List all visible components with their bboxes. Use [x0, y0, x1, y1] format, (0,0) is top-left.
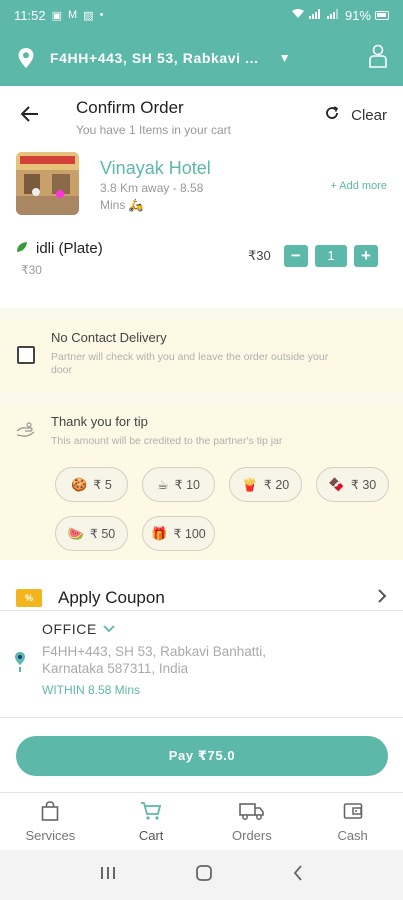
- recent-apps-icon[interactable]: [100, 866, 116, 885]
- tip-option-50[interactable]: 🍉 ₹ 50: [55, 516, 128, 551]
- delivery-address-section[interactable]: OFFICE F4HH+443, SH 53, Rabkavi Banhatti…: [0, 610, 403, 718]
- pay-button[interactable]: Pay ₹75.0: [16, 736, 388, 776]
- chevron-right-icon: [377, 588, 387, 609]
- nav-label-services: Services: [25, 828, 76, 843]
- tip-option-20[interactable]: 🍟 ₹ 20: [229, 467, 302, 502]
- delivery-truck-icon: [239, 800, 265, 822]
- nav-item-cart[interactable]: Cart: [101, 793, 202, 850]
- restaurant-time-label: Mins: [100, 198, 126, 212]
- signal-icon: [308, 8, 323, 22]
- tip-amount: ₹ 30: [350, 478, 377, 492]
- tip-section: Thank you for tip This amount will be cr…: [0, 404, 403, 560]
- nav-item-cash[interactable]: Cash: [302, 793, 403, 850]
- cart-count-text: You have 1 Items in your cart: [76, 123, 231, 137]
- restaurant-card: Vinayak Hotel 3.8 Km away - 8.58 Mins 🛵 …: [0, 152, 403, 220]
- no-contact-checkbox[interactable]: [17, 346, 35, 364]
- status-time: 11:52: [14, 7, 46, 23]
- clear-label: Clear: [351, 106, 387, 124]
- item-price: ₹30: [248, 248, 271, 263]
- gift-icon: 🎁: [151, 525, 168, 541]
- tip-subtitle: This amount will be credited to the part…: [51, 435, 283, 447]
- shopping-bag-icon: [41, 800, 59, 822]
- photo-notification-icon: ▣: [51, 9, 62, 22]
- back-arrow-icon[interactable]: [16, 100, 44, 128]
- battery-percent: 91%: [344, 7, 371, 23]
- page-header: Confirm Order You have 1 Items in your c…: [0, 86, 403, 146]
- nav-item-services[interactable]: Services: [0, 793, 101, 850]
- cookie-icon: 🍪: [71, 476, 88, 492]
- restaurant-image: [16, 152, 79, 215]
- no-contact-title: No Contact Delivery: [51, 330, 167, 345]
- nav-label-cash: Cash: [337, 828, 368, 843]
- decrease-quantity-button[interactable]: −: [284, 245, 308, 267]
- item-name: idli (Plate): [36, 240, 103, 257]
- dot-icon: •: [99, 9, 104, 21]
- tip-option-100[interactable]: 🎁 ₹ 100: [142, 516, 215, 551]
- add-more-button[interactable]: + Add more: [330, 180, 387, 220]
- location-text[interactable]: F4HH+443, SH 53, Rabkavi ...: [50, 50, 259, 66]
- increase-quantity-button[interactable]: +: [354, 245, 378, 267]
- restaurant-time: Mins 🛵: [100, 198, 211, 213]
- nav-item-orders[interactable]: Orders: [202, 793, 303, 850]
- address-type-label: OFFICE: [42, 621, 97, 637]
- address-line-1: F4HH+443, SH 53, Rabkavi Banhatti,: [42, 644, 266, 659]
- nav-label-orders: Orders: [232, 828, 272, 843]
- scooter-icon: 🛵: [128, 198, 144, 212]
- refresh-icon: [325, 106, 339, 124]
- quantity-stepper: − 1 +: [284, 245, 378, 267]
- delivery-eta: WITHIN 8.58 Mins: [42, 683, 141, 697]
- back-icon[interactable]: [293, 864, 303, 886]
- image-notification-icon: ▨: [83, 9, 94, 22]
- restaurant-distance: 3.8 Km away - 8.58: [100, 181, 204, 195]
- tip-amount: ₹ 100: [173, 527, 206, 541]
- tip-amount: ₹ 20: [263, 478, 290, 492]
- tip-options: 🍪 ₹ 5 ☕ ₹ 10 🍟 ₹ 20 🍫 ₹ 30 🍉 ₹ 50 🎁 ₹ 10…: [55, 467, 395, 551]
- tip-title: Thank you for tip: [51, 414, 148, 429]
- cart-icon: [140, 800, 162, 822]
- restaurant-name[interactable]: Vinayak Hotel: [100, 158, 211, 179]
- coffee-icon: ☕: [157, 476, 169, 492]
- location-bar[interactable]: F4HH+443, SH 53, Rabkavi ... ▼: [0, 30, 403, 86]
- quantity-value: 1: [315, 245, 347, 267]
- profile-icon[interactable]: [369, 44, 387, 73]
- tip-hand-icon: [16, 422, 36, 443]
- tip-amount: ₹ 50: [89, 527, 116, 541]
- address-type[interactable]: OFFICE: [42, 621, 387, 637]
- system-navigation-bar: [0, 850, 403, 900]
- food-basket-icon: 🍉: [67, 525, 84, 541]
- gmail-notification-icon: M: [67, 9, 78, 21]
- apply-coupon-label: Apply Coupon: [58, 588, 165, 607]
- coupon-icon: %: [16, 589, 42, 607]
- wallet-icon: [343, 800, 363, 822]
- cart-item-row: idli (Plate) ₹30 ₹30 − 1 +: [0, 240, 403, 290]
- nav-label-cart: Cart: [138, 828, 164, 843]
- wifi-icon: [291, 8, 305, 22]
- chocolate-icon: 🍫: [328, 476, 345, 492]
- address-pin-icon: [14, 651, 26, 678]
- no-contact-subtitle: Partner will check with you and leave th…: [51, 351, 329, 376]
- no-contact-delivery-section: No Contact Delivery Partner will check w…: [0, 320, 403, 392]
- caret-down-icon[interactable]: ▼: [279, 51, 291, 65]
- tip-option-30[interactable]: 🍫 ₹ 30: [316, 467, 389, 502]
- address-text: F4HH+443, SH 53, Rabkavi Banhatti, Karna…: [42, 643, 342, 677]
- tip-amount: ₹ 10: [174, 478, 200, 492]
- clear-button[interactable]: Clear: [325, 106, 387, 124]
- chevron-down-icon: [103, 622, 115, 636]
- home-icon[interactable]: [195, 864, 213, 887]
- tip-option-5[interactable]: 🍪 ₹ 5: [55, 467, 128, 502]
- signal-icon-2: [326, 8, 341, 22]
- tip-option-10[interactable]: ☕ ₹ 10: [142, 467, 215, 502]
- section-divider-2: [0, 392, 403, 404]
- section-divider: [0, 308, 403, 320]
- tip-amount: ₹ 5: [93, 478, 112, 492]
- location-pin-icon: [16, 46, 36, 70]
- page-title: Confirm Order: [76, 98, 184, 117]
- status-bar: 11:52 ▣ M ▨ • 91%: [0, 0, 403, 30]
- fries-icon: 🍟: [241, 476, 258, 492]
- veg-leaf-icon: [16, 240, 28, 257]
- battery-icon: [375, 10, 389, 20]
- bottom-navigation: Services Cart Orders Cash: [0, 792, 403, 850]
- address-line-2: Karnataka 587311, India: [42, 661, 189, 676]
